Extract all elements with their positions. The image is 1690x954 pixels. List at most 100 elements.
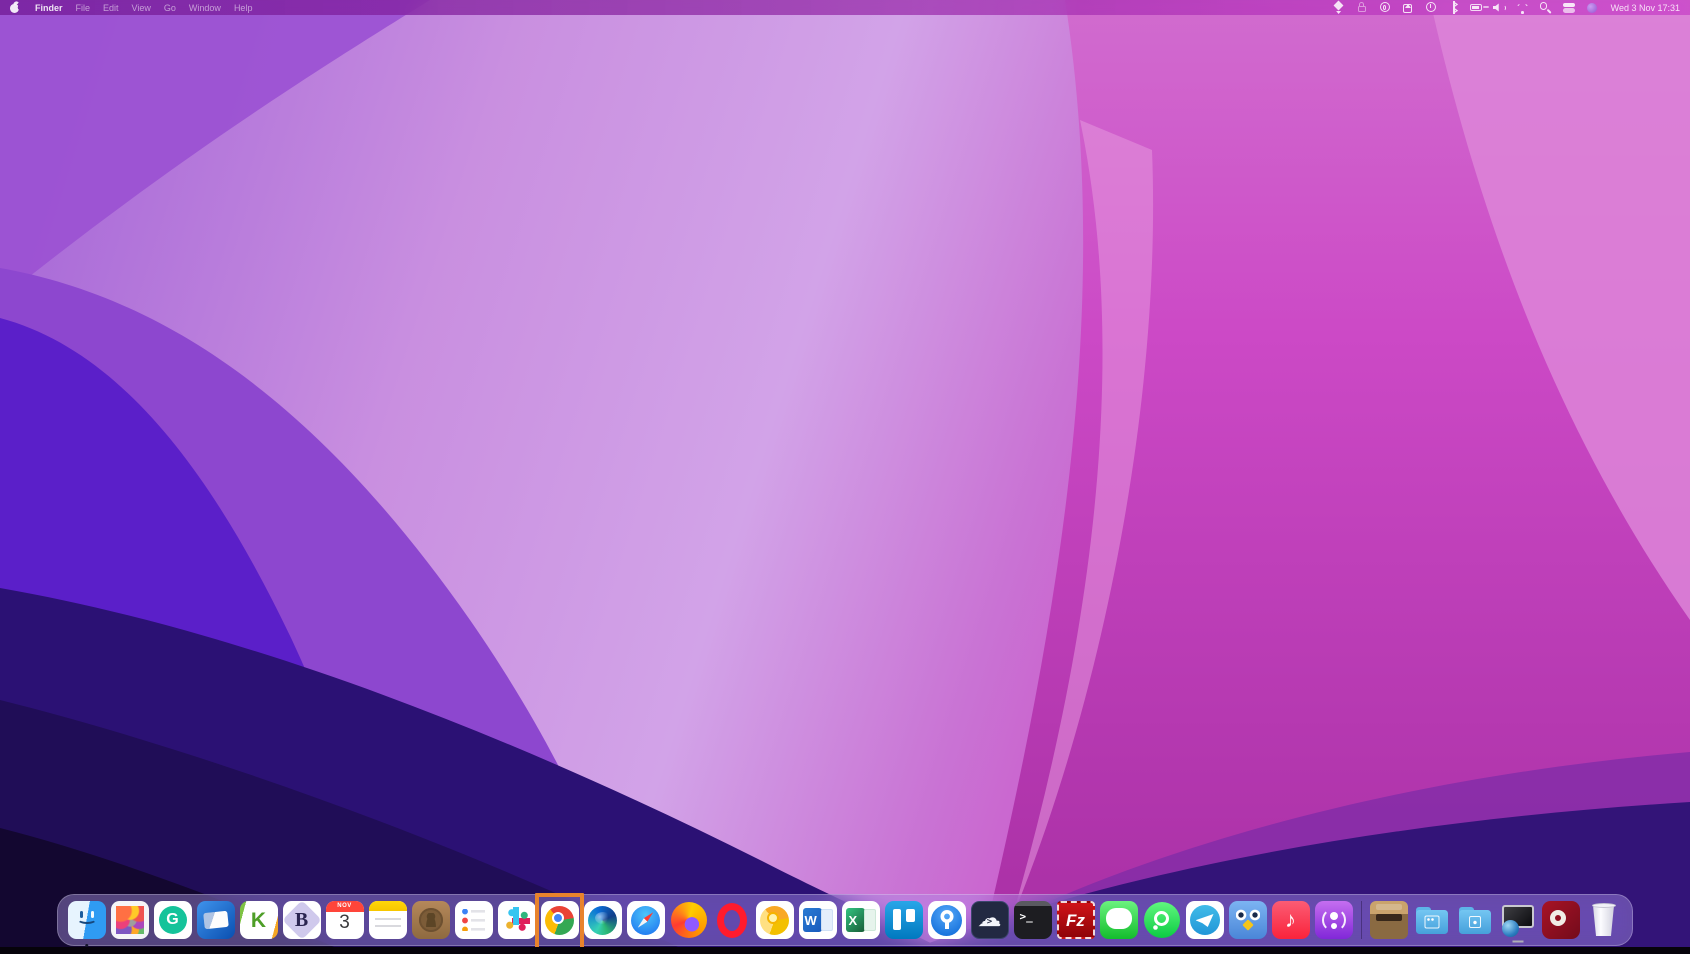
- dock-item-notes[interactable]: [366, 896, 409, 944]
- kiwi-gmail-glyph: K: [251, 910, 266, 931]
- google-chrome-icon: [541, 901, 579, 939]
- microsoft-word-icon: W: [799, 901, 837, 939]
- microsoft-edge-icon: [584, 901, 622, 939]
- desktop: Finder File Edit View Go Window Help Wed 3 Nov…: [0, 0, 1690, 954]
- microsoft-excel-icon: X: [842, 901, 880, 939]
- notes-icon: [369, 901, 407, 939]
- bluetooth-icon[interactable]: [1447, 1, 1461, 14]
- menu-go[interactable]: Go: [164, 3, 176, 13]
- dock-item-music[interactable]: ♪: [1269, 896, 1312, 944]
- dock-item-microsoft-word[interactable]: W: [796, 896, 839, 944]
- microsoft-word-glyph: W: [805, 914, 817, 927]
- grammarly-glyph: G: [166, 912, 178, 928]
- dock-item-kiwi-gmail[interactable]: K: [237, 896, 280, 944]
- control-center-icon[interactable]: [1562, 1, 1576, 14]
- archive-box-icon: [1370, 901, 1408, 939]
- dock-item-tweetbot[interactable]: [1226, 896, 1269, 944]
- terminal-icon: >_: [1014, 901, 1052, 939]
- launchpad-icon: [111, 901, 149, 939]
- dock-item-whatsapp[interactable]: [1140, 896, 1183, 944]
- dock-item-folder-documents[interactable]: [1453, 896, 1496, 944]
- dock-item-calendar[interactable]: NOV 3: [323, 896, 366, 944]
- music-icon: ♪: [1272, 901, 1310, 939]
- safari-icon: [627, 901, 665, 939]
- dock-item-folder-applications[interactable]: [1410, 896, 1453, 944]
- dock-item-firefox[interactable]: [667, 896, 710, 944]
- dock-item-podcasts[interactable]: [1312, 896, 1355, 944]
- trello-icon: [885, 901, 923, 939]
- dock-item-mail-app[interactable]: [194, 896, 237, 944]
- dock-item-chrome-canary[interactable]: [753, 896, 796, 944]
- menu-help[interactable]: Help: [234, 3, 253, 13]
- calendar-glyph2: 3: [326, 913, 364, 932]
- menu-file[interactable]: File: [76, 3, 91, 13]
- dock-item-red-o-app[interactable]: [1539, 896, 1582, 944]
- battery-icon[interactable]: [1470, 1, 1484, 14]
- menu-bar: Finder File Edit View Go Window Help Wed 3 Nov…: [0, 0, 1690, 15]
- dropbox-icon[interactable]: [1332, 1, 1346, 14]
- dock-item-book-b-app[interactable]: B: [280, 896, 323, 944]
- dock-item-slack[interactable]: [495, 896, 538, 944]
- dock-item-trello[interactable]: [882, 896, 925, 944]
- menu-bar-clock[interactable]: Wed 3 Nov 17:31: [1611, 3, 1680, 13]
- trash-icon: [1585, 901, 1623, 939]
- cloud-shell-glyph2: >: [972, 918, 1008, 927]
- dock-item-google-chrome[interactable]: [538, 896, 581, 944]
- book-b-app-icon: B: [283, 901, 321, 939]
- dock-item-microsoft-edge[interactable]: [581, 896, 624, 944]
- red-o-app-icon: [1542, 901, 1580, 939]
- lock-status-icon[interactable]: [1355, 1, 1369, 14]
- volume-icon[interactable]: [1493, 1, 1507, 14]
- dock-item-safari[interactable]: [624, 896, 667, 944]
- menu-finder[interactable]: Finder: [35, 3, 63, 13]
- wifi-icon[interactable]: [1516, 1, 1530, 14]
- finder-icon: [68, 901, 106, 939]
- wallpaper: [0, 0, 1690, 954]
- search-icon[interactable]: [1539, 1, 1553, 14]
- user-dot-icon[interactable]: [1585, 1, 1599, 14]
- messages-icon: [1100, 901, 1138, 939]
- clock-status-icon[interactable]: [1424, 1, 1438, 14]
- dock-item-launchpad[interactable]: [108, 896, 151, 944]
- terminal-glyph: >_: [1020, 911, 1033, 922]
- dock-item-trash[interactable]: [1582, 896, 1625, 944]
- microsoft-excel-glyph: X: [849, 914, 858, 927]
- box-arrow-icon[interactable]: [1401, 1, 1415, 14]
- folder-applications-badge: [1424, 915, 1439, 928]
- dock-item-finder[interactable]: [65, 896, 108, 944]
- folder-documents-icon: [1456, 901, 1494, 939]
- apple-menu-icon[interactable]: [10, 2, 20, 13]
- network-display-icon: [1499, 901, 1537, 939]
- dock-item-messages[interactable]: [1097, 896, 1140, 944]
- dock-item-one-password[interactable]: [925, 896, 968, 944]
- menu-window[interactable]: Window: [189, 3, 221, 13]
- contacts-icon: [412, 901, 450, 939]
- dock-item-microsoft-excel[interactable]: X: [839, 896, 882, 944]
- dock-item-archive-box[interactable]: [1367, 896, 1410, 944]
- tweetbot-icon: [1229, 901, 1267, 939]
- whatsapp-icon: [1143, 901, 1181, 939]
- app-menus: Finder File Edit View Go Window Help: [35, 3, 252, 13]
- calendar-icon: NOV 3: [326, 901, 364, 939]
- dock-separator: [1355, 896, 1367, 944]
- calendar-glyph: NOV: [326, 903, 364, 909]
- dock-item-grammarly[interactable]: G: [151, 896, 194, 944]
- grammarly-icon: G: [154, 901, 192, 939]
- dock-item-contacts[interactable]: [409, 896, 452, 944]
- dock-item-telegram[interactable]: [1183, 896, 1226, 944]
- menu-bar-left: Finder File Edit View Go Window Help: [10, 2, 252, 13]
- reminders-icon: [455, 901, 493, 939]
- folder-documents-badge: [1469, 916, 1481, 928]
- menu-view[interactable]: View: [132, 3, 151, 13]
- menu-edit[interactable]: Edit: [103, 3, 119, 13]
- dock-item-network-display[interactable]: [1496, 896, 1539, 944]
- menu-bar-status-area: Wed 3 Nov 17:31: [1332, 1, 1680, 14]
- cloud-shell-icon: ☁>: [971, 901, 1009, 939]
- dock-item-filezilla[interactable]: Fz: [1054, 896, 1097, 944]
- circle-zero-icon[interactable]: [1378, 1, 1392, 14]
- firefox-icon: [670, 901, 708, 939]
- dock-item-terminal[interactable]: >_: [1011, 896, 1054, 944]
- dock-item-reminders[interactable]: [452, 896, 495, 944]
- dock-item-opera[interactable]: [710, 896, 753, 944]
- dock-item-cloud-shell[interactable]: ☁>: [968, 896, 1011, 944]
